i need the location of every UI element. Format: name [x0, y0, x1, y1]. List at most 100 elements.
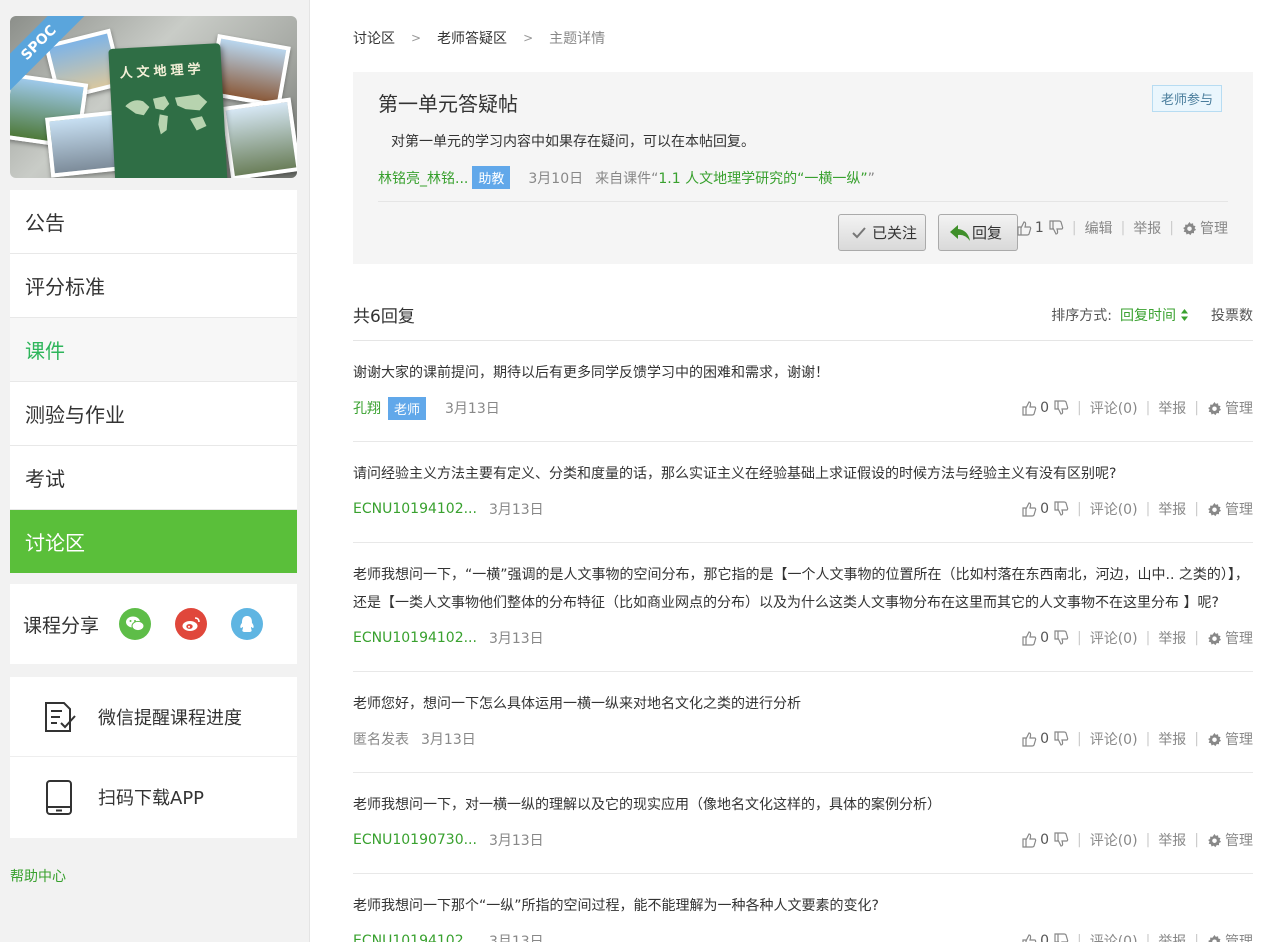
reply-date: 3月13日 [488, 833, 544, 849]
edit-link[interactable]: 编辑 [1085, 218, 1113, 238]
weibo-icon[interactable] [175, 608, 208, 640]
nav-item-discussion[interactable]: 讨论区 [10, 510, 297, 573]
book-illustration: 人文地理学 [108, 43, 228, 178]
comment-link[interactable]: 评论(0) [1090, 931, 1138, 942]
divider: | [1077, 501, 1082, 517]
nav-item-grading[interactable]: 评分标准 [10, 254, 297, 318]
manage-link[interactable]: 管理 [1207, 398, 1253, 418]
sort-arrows-icon[interactable] [1180, 308, 1189, 322]
sort-options: 排序方式: 回复时间 投票数 [1051, 305, 1253, 325]
manage-link[interactable]: 管理 [1207, 830, 1253, 850]
thumbs-up-icon[interactable] [1021, 731, 1037, 747]
topic-card: 第一单元答疑帖 老师参与 对第一单元的学习内容中如果存在疑问，可以在本帖回复。 … [353, 72, 1253, 264]
role-badge: 老师 [388, 396, 427, 420]
report-link[interactable]: 举报 [1133, 218, 1161, 238]
thumbs-down-icon[interactable] [1053, 400, 1069, 416]
divider: | [1194, 832, 1199, 848]
reply-author[interactable]: ECNU10194102... [353, 501, 477, 517]
download-app-button[interactable]: 扫码下载APP [10, 757, 297, 837]
reply-text: 老师我想问一下那个“一纵”所指的空间过程，能不能理解为一种各种人文要素的变化? [353, 898, 879, 914]
thumbs-up-icon[interactable] [1016, 220, 1032, 236]
report-link[interactable]: 举报 [1158, 499, 1186, 519]
comment-link[interactable]: 评论(0) [1090, 628, 1138, 648]
wechat-icon[interactable] [119, 608, 152, 640]
reply-actions: 0 | 评论(0) | 举报 | 管理 [1021, 830, 1253, 850]
report-link[interactable]: 举报 [1158, 628, 1186, 648]
manage-link[interactable]: 管理 [1207, 931, 1253, 942]
thumbs-up-icon[interactable] [1021, 630, 1037, 646]
nav-item-label: 测验与作业 [25, 403, 125, 427]
reply-author[interactable]: ECNU10194102... [353, 933, 477, 942]
reply-author[interactable]: ECNU10190730... [353, 832, 477, 848]
tools-panel: 微信提醒课程进度 扫码下载APP [10, 677, 297, 838]
tool-item-label: 扫码下载APP [98, 788, 205, 809]
breadcrumb-teacher-qa[interactable]: 老师答疑区 [437, 28, 507, 48]
comment-link[interactable]: 评论(0) [1090, 499, 1138, 519]
role-badge: 助教 [472, 166, 511, 189]
tool-item-label: 微信提醒课程进度 [98, 707, 242, 729]
nav-item-announcement[interactable]: 公告 [10, 190, 297, 254]
nav-item-quiz-homework[interactable]: 测验与作业 [10, 382, 297, 446]
course-cover-image[interactable]: 人文地理学 SPOC [10, 16, 297, 178]
reply-date: 3月13日 [445, 401, 500, 417]
manage-link[interactable]: 管理 [1207, 499, 1253, 519]
topic-meta: 林铭亮_林铭... 助教 3月10日 来自课件“1.1 人文地理学研究的“一横一… [378, 166, 875, 189]
gear-icon [1208, 833, 1222, 847]
thumbs-down-icon[interactable] [1053, 832, 1069, 848]
thumbs-down-icon[interactable] [1053, 630, 1069, 646]
manage-link[interactable]: 管理 [1182, 218, 1228, 238]
wechat-reminder-button[interactable]: 微信提醒课程进度 [10, 677, 297, 757]
reply-meta: 孔翔 老师 3月13日 [353, 396, 500, 420]
nav-item-courseware[interactable]: 课件 [10, 318, 297, 382]
tablet-icon [46, 780, 72, 815]
help-center-link[interactable]: 帮助中心 [10, 866, 66, 886]
follow-button[interactable]: 已关注 [838, 214, 926, 251]
topic-date: 3月10日 [528, 170, 584, 187]
manage-label: 管理 [1225, 833, 1253, 849]
sort-by-reply-time[interactable]: 回复时间 [1120, 305, 1176, 325]
divider: | [1145, 832, 1151, 848]
divider: | [1145, 400, 1151, 416]
thumbs-up-icon[interactable] [1021, 933, 1037, 942]
thumbs-up-icon[interactable] [1021, 400, 1037, 416]
comment-link[interactable]: 评论(0) [1090, 398, 1138, 418]
comment-link[interactable]: 评论(0) [1090, 830, 1138, 850]
manage-link[interactable]: 管理 [1207, 729, 1253, 749]
divider: | [1194, 501, 1199, 517]
divider: | [1077, 832, 1082, 848]
thumbs-down-icon[interactable] [1053, 731, 1069, 747]
thumbs-down-icon[interactable] [1048, 220, 1064, 236]
divider: | [1071, 220, 1077, 236]
topic-title: 第一单元答疑帖 [378, 92, 518, 116]
thumbs-up-icon[interactable] [1021, 832, 1037, 848]
reply-item: 老师我想问一下，对一横一纵的理解以及它的现实应用（像地名文化这样的，具体的案例分… [353, 773, 1253, 874]
breadcrumb-discussion[interactable]: 讨论区 [353, 28, 395, 48]
comment-link[interactable]: 评论(0) [1090, 729, 1138, 749]
manage-label: 管理 [1225, 732, 1253, 748]
topic-author[interactable]: 林铭亮_林铭... [378, 168, 468, 188]
manage-link[interactable]: 管理 [1207, 628, 1253, 648]
teacher-participated-tag: 老师参与 [1151, 85, 1222, 112]
nav-item-exam[interactable]: 考试 [10, 446, 297, 510]
reply-item: 老师您好，想问一下怎么具体运用一横一纵来对地名文化之类的进行分析 匿名发表 3月13… [353, 672, 1253, 773]
sort-by-votes[interactable]: 投票数 [1211, 305, 1253, 325]
report-link[interactable]: 举报 [1158, 729, 1186, 749]
source-lesson-link[interactable]: 1.1 人文地理学研究的“一横一纵” [658, 171, 867, 187]
reply-meta: ECNU10190730... 3月13日 [353, 830, 544, 850]
thumbs-up-icon[interactable] [1021, 501, 1037, 517]
topic-source: 来自课件“1.1 人文地理学研究的“一横一纵”” [595, 168, 875, 188]
divider: | [1077, 400, 1082, 416]
report-link[interactable]: 举报 [1158, 830, 1186, 850]
divider: | [1077, 731, 1082, 747]
thumbs-down-icon[interactable] [1053, 501, 1069, 517]
reply-author[interactable]: ECNU10194102... [353, 630, 477, 646]
divider: | [1145, 501, 1151, 517]
reply-author[interactable]: 孔翔 [353, 398, 381, 418]
report-link[interactable]: 举报 [1158, 931, 1186, 942]
report-link[interactable]: 举报 [1158, 398, 1186, 418]
reply-button[interactable]: 回复 [938, 214, 1018, 251]
thumbs-down-icon[interactable] [1053, 933, 1069, 942]
qq-icon[interactable] [231, 608, 264, 640]
reply-footer: ECNU10194102... 3月13日 0 | 评论(0) | 举报 | 管理 [353, 494, 1253, 524]
reply-footer: 匿名发表 3月13日 0 | 评论(0) | 举报 | 管理 [353, 724, 1253, 754]
